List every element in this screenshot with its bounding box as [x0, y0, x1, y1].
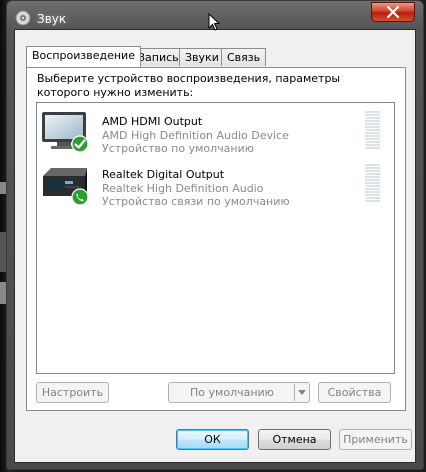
list-item[interactable]: Realtek Digital Output Realtek High Defi… — [37, 160, 394, 212]
configure-button[interactable]: Настроить — [36, 382, 109, 403]
sound-dialog: Звук Воспроизведение Запись Звуки Связь … — [6, 0, 424, 470]
split-divider — [294, 384, 295, 401]
mouse-cursor-icon — [208, 13, 220, 31]
device-driver: Realtek High Definition Audio — [102, 182, 264, 195]
playback-panel: Выберите устройство воспроизведения, пар… — [26, 67, 406, 411]
close-icon — [386, 6, 400, 18]
tab-communications[interactable]: Связь — [221, 48, 267, 66]
tab-playback[interactable]: Воспроизведение — [26, 46, 141, 67]
list-item[interactable]: AMD HDMI Output AMD High Definition Audi… — [37, 107, 394, 159]
dialog-client-area: Воспроизведение Запись Звуки Связь Выбер… — [14, 29, 416, 463]
window-title: Звук — [37, 12, 67, 26]
speaker-icon — [15, 10, 31, 26]
device-list[interactable]: AMD HDMI Output AMD High Definition Audi… — [36, 102, 395, 374]
device-driver: AMD High Definition Audio Device — [102, 129, 289, 142]
ok-button[interactable]: ОК — [176, 429, 249, 450]
properties-button[interactable]: Свойства — [318, 382, 391, 403]
device-status: Устройство по умолчанию — [102, 142, 255, 155]
volume-meter — [365, 111, 380, 151]
chevron-down-icon[interactable] — [298, 390, 306, 395]
tab-sounds[interactable]: Звуки — [179, 48, 225, 66]
volume-meter — [365, 164, 380, 204]
device-status: Устройство связи по умолчанию — [102, 195, 290, 208]
set-default-label: По умолчанию — [190, 386, 274, 399]
cancel-button[interactable]: Отмена — [258, 429, 331, 450]
set-default-split-button[interactable]: По умолчанию — [168, 382, 310, 403]
close-button[interactable] — [371, 2, 415, 22]
checkmark-badge-icon — [71, 135, 89, 156]
instruction-text: Выберите устройство воспроизведения, пар… — [37, 72, 341, 99]
apply-button[interactable]: Применить — [339, 429, 412, 450]
device-name: Realtek Digital Output — [102, 168, 225, 181]
phone-badge-icon — [71, 188, 89, 209]
device-name: AMD HDMI Output — [102, 115, 203, 128]
